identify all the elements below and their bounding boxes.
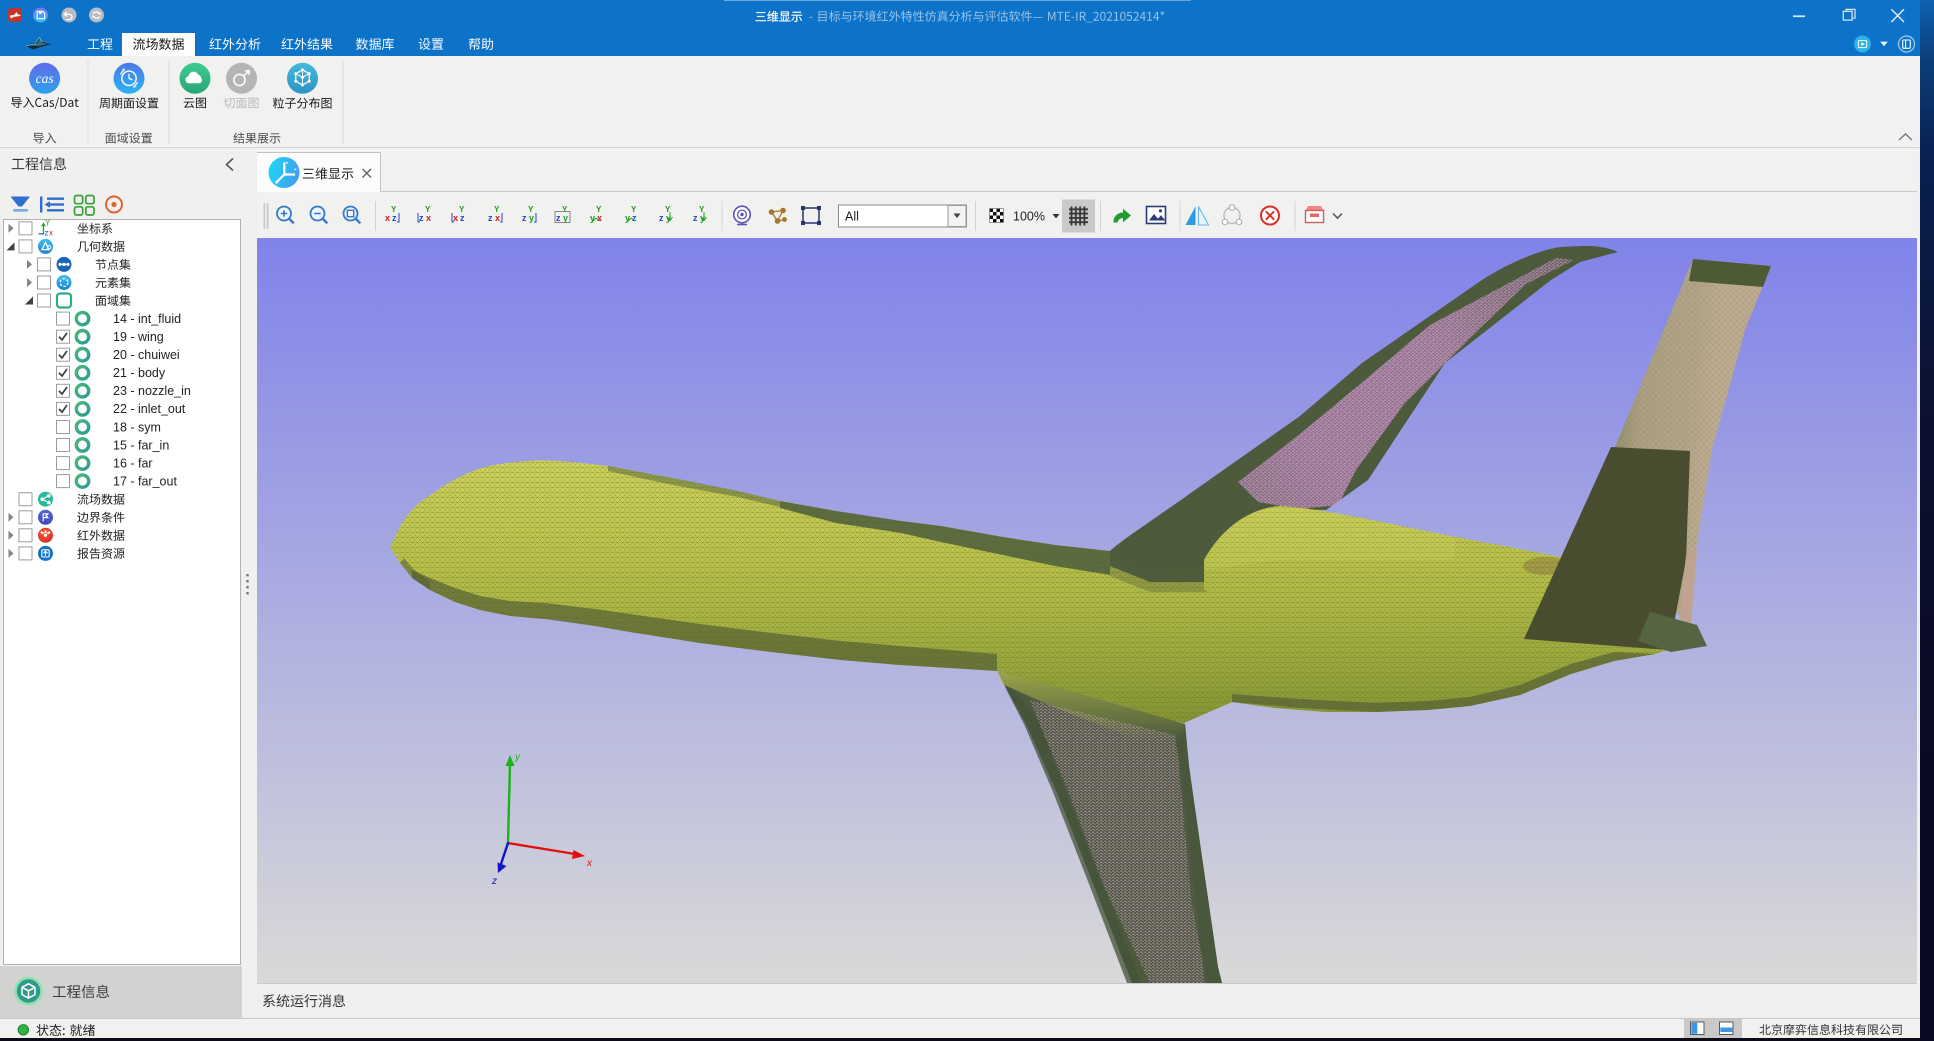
svg-text:All: All	[845, 210, 859, 224]
svg-text:16 - far: 16 - far	[113, 456, 153, 470]
svg-text:Y: Y	[562, 205, 568, 214]
svg-text:Y: Y	[45, 218, 51, 227]
svg-text:23 - nozzle_in: 23 - nozzle_in	[113, 384, 191, 398]
svg-text:y: y	[529, 213, 534, 223]
svg-text:z: z	[693, 213, 698, 223]
svg-text:x: x	[385, 213, 390, 223]
svg-text:x: x	[49, 228, 53, 237]
svg-text:Y: Y	[528, 205, 534, 214]
svg-text:z: z	[45, 228, 49, 237]
svg-text:Y: Y	[596, 205, 602, 214]
svg-text:Y: Y	[631, 205, 637, 214]
svg-text:19 - wing: 19 - wing	[113, 330, 164, 344]
svg-text:17 - far_out: 17 - far_out	[113, 474, 177, 488]
svg-text:z: z	[392, 213, 397, 223]
svg-text:Y: Y	[459, 205, 465, 214]
svg-text:15 - far_in: 15 - far_in	[113, 438, 169, 452]
svg-text:z: z	[460, 213, 465, 223]
svg-text:z: z	[488, 213, 493, 223]
svg-text:Y: Y	[391, 205, 397, 214]
svg-text:Y: Y	[494, 205, 500, 214]
svg-text:x: x	[426, 213, 431, 223]
svg-text:14 - int_fluid: 14 - int_fluid	[113, 312, 181, 326]
svg-text:21 - body: 21 - body	[113, 366, 166, 380]
svg-text:y: y	[563, 213, 568, 223]
svg-text:z: z	[659, 213, 664, 223]
svg-text:20 - chuiwei: 20 - chuiwei	[113, 348, 180, 362]
svg-text:cas: cas	[36, 71, 54, 86]
svg-text:z: z	[632, 213, 637, 223]
svg-text:Y: Y	[425, 205, 431, 214]
svg-text:z: z	[556, 213, 561, 223]
svg-text:100%: 100%	[1013, 210, 1045, 224]
svg-text:x: x	[495, 213, 500, 223]
svg-text:18 - sym: 18 - sym	[113, 420, 161, 434]
svg-text:x: x	[597, 213, 602, 223]
svg-text:z: z	[522, 213, 527, 223]
svg-text:22 - inlet_out: 22 - inlet_out	[113, 402, 186, 416]
